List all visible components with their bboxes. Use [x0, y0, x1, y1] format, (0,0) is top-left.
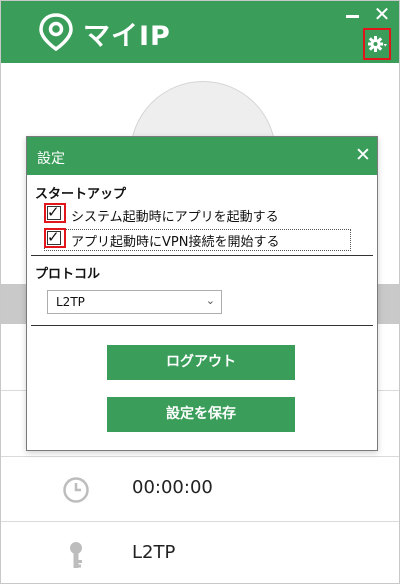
connection-timer: 00:00:00	[132, 477, 213, 498]
protocol-select[interactable]: L2TP ⌄	[47, 290, 222, 314]
minimize-icon[interactable]	[343, 7, 363, 23]
auto-connect-option[interactable]: ✓ アプリ起動時にVPN接続を開始する	[44, 228, 351, 251]
app-window: マイIP ✕ 00:00:00 L2TP 設定 ✕ スタートアップ ✓ システム…	[0, 0, 400, 584]
settings-button[interactable]	[363, 28, 391, 60]
auto-connect-checkbox[interactable]: ✓	[47, 228, 61, 246]
app-header: マイIP ✕	[1, 1, 399, 63]
location-pin-icon	[39, 13, 73, 51]
app-title: マイIP	[83, 21, 171, 52]
protocol-row: L2TP	[1, 523, 399, 583]
close-icon[interactable]: ✕	[352, 143, 374, 167]
launch-on-startup-checkbox[interactable]: ✓	[47, 203, 61, 221]
logout-button[interactable]: ログアウト	[107, 345, 295, 380]
checkbox-label: アプリ起動時にVPN接続を開始する	[71, 235, 280, 250]
startup-section-label: スタートアップ	[35, 187, 127, 202]
section-divider	[31, 325, 373, 326]
dialog-title: 設定	[37, 151, 65, 167]
save-settings-button[interactable]: 設定を保存	[107, 397, 295, 432]
chevron-down-icon: ⌄	[205, 294, 215, 307]
settings-dialog: 設定 ✕ スタートアップ ✓ システム起動時にアプリを起動する ✓ アプリ起動時…	[26, 136, 378, 451]
section-divider	[31, 255, 373, 256]
gear-icon	[368, 36, 387, 52]
protocol-section-label: プロトコル	[35, 267, 101, 282]
protocol-value: L2TP	[132, 542, 176, 563]
close-icon[interactable]: ✕	[371, 3, 393, 25]
key-icon	[70, 542, 82, 568]
dialog-header: 設定 ✕	[27, 137, 377, 175]
row-divider	[1, 456, 399, 457]
clock-icon	[63, 477, 89, 503]
timer-row: 00:00:00	[1, 458, 399, 522]
protocol-selected-value: L2TP	[56, 295, 85, 309]
checkbox-label: システム起動時にアプリを起動する	[71, 210, 279, 225]
